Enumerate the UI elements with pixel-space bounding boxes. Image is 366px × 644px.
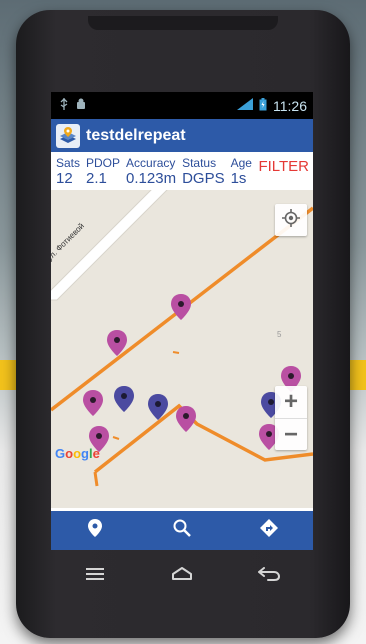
bottom-action-bar: [51, 511, 313, 550]
gps-status: Status DGPS: [182, 156, 225, 187]
map-marker-purple[interactable]: [114, 386, 134, 412]
route-line-tail: [93, 471, 99, 487]
filter-button[interactable]: FILTER: [258, 158, 309, 175]
menu-icon: [85, 567, 104, 585]
google-logo: Google: [55, 446, 100, 461]
gps-accuracy: Accuracy 0.123m: [126, 156, 177, 187]
map-marker-pink[interactable]: [83, 390, 103, 416]
signal-icon: [237, 98, 253, 113]
zoom-controls: + −: [275, 386, 307, 450]
app-title: testdelrepeat: [86, 126, 186, 144]
phone-screen: 11:26 testdelrepeat Sats 12 PDOP 2.1 Acc…: [51, 92, 313, 550]
phone-device: 11:26 testdelrepeat Sats 12 PDOP 2.1 Acc…: [16, 10, 350, 638]
status-bar: 11:26: [51, 92, 313, 119]
back-button[interactable]: [249, 561, 289, 591]
search-icon: [173, 519, 191, 542]
gps-pdop: PDOP 2.1: [86, 156, 121, 187]
gps-info-panel: Sats 12 PDOP 2.1 Accuracy 0.123m Status …: [51, 152, 313, 190]
zoom-out-button[interactable]: −: [275, 418, 307, 450]
clock-time: 11:26: [273, 97, 307, 114]
usb-icon: [59, 98, 69, 113]
my-location-button[interactable]: [275, 204, 307, 236]
location-pin-button[interactable]: [75, 515, 115, 547]
app-bar: testdelrepeat: [51, 119, 313, 152]
layers-pin-icon[interactable]: [56, 123, 80, 148]
crosshair-icon: [282, 208, 300, 232]
route-fragment: [172, 351, 180, 354]
back-icon: [258, 566, 281, 586]
location-pin-icon: [87, 519, 102, 542]
search-button[interactable]: [162, 515, 202, 547]
battery-icon: [259, 97, 267, 114]
home-button[interactable]: [162, 561, 202, 591]
route-fragment: [112, 436, 120, 440]
zoom-in-button[interactable]: +: [275, 386, 307, 418]
device-nav-bar: [51, 558, 313, 594]
street-road: [51, 190, 168, 301]
directions-icon: [260, 519, 279, 542]
gps-sats: Sats 12: [56, 156, 81, 187]
menu-button[interactable]: [75, 561, 115, 591]
gps-age: Age 1s: [230, 156, 252, 187]
map-scale-hint: 5: [277, 330, 282, 339]
map-view[interactable]: ул. Фотиевой 5 + − Google: [51, 190, 313, 508]
home-icon: [171, 566, 192, 586]
directions-button[interactable]: [249, 515, 289, 547]
android-debug-icon: [75, 98, 87, 113]
phone-top-edge: [88, 16, 278, 30]
map-marker-pink[interactable]: [176, 406, 196, 432]
